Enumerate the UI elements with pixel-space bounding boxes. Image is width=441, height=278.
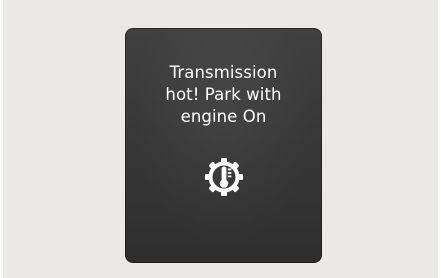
cluster-display-panel: Transmission hot! Park with engine On	[125, 28, 322, 263]
screen-background: { "warning": { "lines": ["Transmission",…	[0, 0, 441, 278]
warning-line-3: engine On	[180, 107, 267, 126]
warning-line-2: hot! Park with	[165, 85, 282, 104]
transmission-temperature-gear-icon	[202, 155, 246, 199]
transmission-warning-message: Transmission hot! Park with engine On	[125, 62, 322, 128]
warning-line-1: Transmission	[169, 63, 278, 82]
